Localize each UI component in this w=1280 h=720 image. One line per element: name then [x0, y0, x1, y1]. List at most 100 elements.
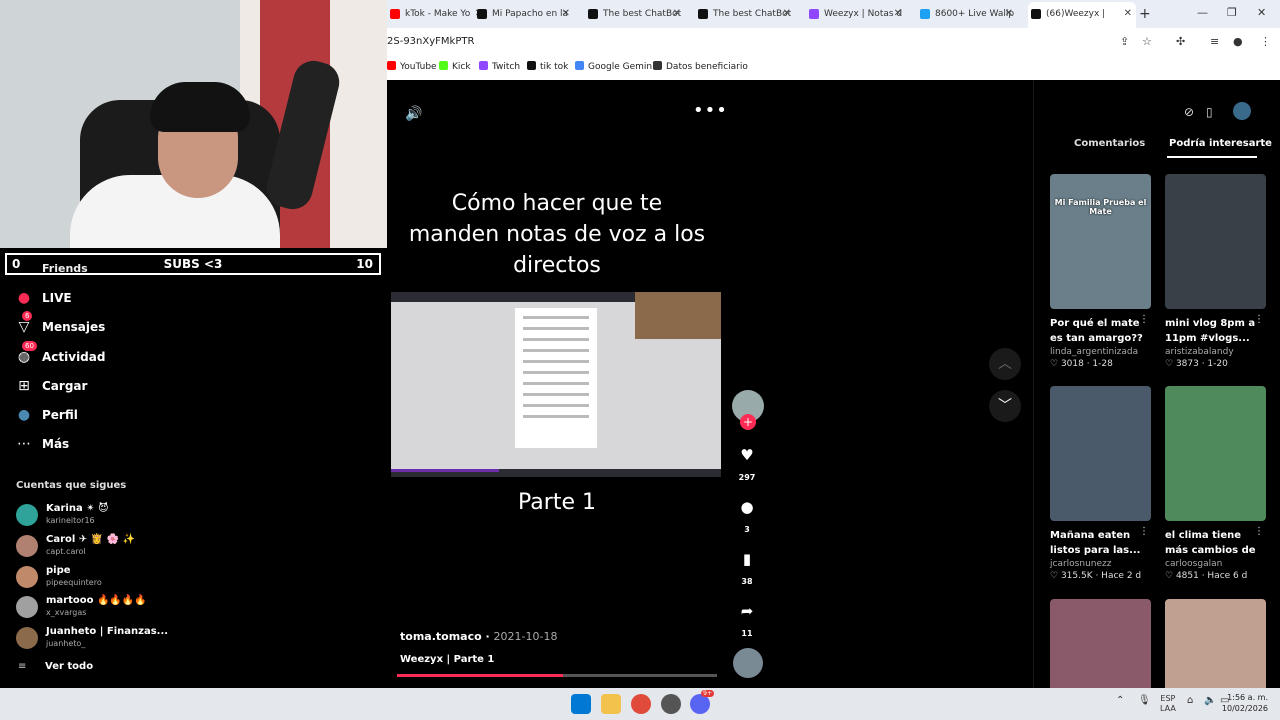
card-author[interactable]: carloosgalan	[1165, 559, 1266, 569]
browser-tab[interactable]: The best ChatBot ✕	[585, 4, 685, 24]
wifi-icon[interactable]: ⌂	[1187, 695, 1193, 706]
more-options-icon[interactable]: •••	[693, 100, 728, 121]
browser-tab[interactable]: 8600+ Live Wallp ✕	[917, 4, 1017, 24]
file-explorer-icon[interactable]	[601, 694, 621, 714]
media-icon[interactable]: ≡	[1210, 35, 1219, 48]
sidebar-item-cargar[interactable]: ⊞ Cargar	[14, 375, 174, 397]
tab-close-icon[interactable]: ✕	[673, 4, 681, 24]
compass-icon[interactable]: ⊘	[1184, 105, 1194, 119]
sound-disc[interactable]	[733, 648, 763, 678]
bookmark-icon[interactable]: ▮	[732, 544, 762, 574]
sidebar-item-actividad[interactable]: ◍ 60 Actividad	[14, 341, 174, 368]
start-icon[interactable]	[571, 694, 591, 714]
next-video-icon[interactable]: ﹀	[989, 390, 1021, 422]
install-icon[interactable]: ⇪	[1120, 35, 1129, 48]
video-player[interactable]: 🔊 ••• Cómo hacer que te manden notas de …	[387, 80, 1031, 688]
card-more-icon[interactable]: ⋮	[1254, 314, 1264, 325]
tab-suggestions[interactable]: Podría interesarte	[1169, 138, 1272, 149]
account-name: pipe	[46, 565, 71, 576]
action-heart[interactable]: ♥ 297	[732, 440, 762, 482]
card-author[interactable]: aristizabalandy	[1165, 347, 1266, 357]
comment-icon[interactable]: ●	[732, 492, 762, 522]
tray-chevron-icon[interactable]: ⌃	[1116, 695, 1124, 706]
chrome-icon[interactable]	[631, 694, 651, 714]
system-clock[interactable]: 1:56 a. m. 10/02/2026	[1222, 692, 1268, 714]
language-indicator[interactable]: ESP LAA	[1160, 694, 1176, 714]
restore-icon[interactable]: ❐	[1227, 6, 1237, 19]
share-icon[interactable]: ➦	[732, 596, 762, 626]
suggested-video-card[interactable]: Mañana eaten listos para las... ⋮ jcarlosn…	[1050, 386, 1151, 581]
bookmark-item[interactable]: Google Gemini	[575, 61, 655, 72]
account-handle: x_xvargas	[46, 608, 87, 617]
card-author[interactable]: jcarlosnunezz	[1050, 559, 1151, 569]
extensions-icon[interactable]: ✣	[1176, 35, 1185, 48]
phone-icon[interactable]: ▯	[1206, 105, 1213, 119]
discord-icon[interactable]: 9+	[690, 690, 714, 714]
address-bar[interactable]: 2S-93nXyFMkPTR ⇪ ☆ ✣ ≡ ● ⋮	[387, 28, 1280, 56]
user-avatar-icon[interactable]	[1233, 102, 1251, 120]
browser-tab[interactable]: The best ChatBot ✕	[695, 4, 795, 24]
action-bookmark[interactable]: ▮ 38	[732, 544, 762, 586]
star-icon[interactable]: ☆	[1142, 35, 1152, 48]
mic-icon[interactable]: 🎙	[1138, 695, 1151, 706]
app-icon[interactable]	[661, 694, 681, 714]
nav-friends[interactable]: Friends	[42, 262, 88, 275]
tab-close-icon[interactable]: ✕	[1124, 2, 1132, 26]
tab-close-icon[interactable]: ✕	[894, 4, 902, 24]
close-window-icon[interactable]: ✕	[1257, 6, 1266, 19]
action-comment[interactable]: ● 3	[732, 492, 762, 534]
sidebar-item-live[interactable]: ● LIVE	[14, 287, 174, 309]
followed-account[interactable]: Juanheto | Finanzas... juanheto_	[16, 626, 176, 652]
sidebar-item-perfil[interactable]: ● Perfil	[14, 404, 174, 426]
browser-tab[interactable]: Weezyx | Notas d ✕	[806, 4, 906, 24]
video-author[interactable]: toma.tomaco · 2021-10-18	[400, 630, 557, 643]
card-more-icon[interactable]: ⋮	[1139, 526, 1149, 537]
bookmark-item[interactable]: Kick	[439, 61, 471, 72]
sidebar-item-más[interactable]: ⋯ Más	[14, 433, 174, 455]
bookmark-item[interactable]: tik tok	[527, 61, 568, 72]
follow-plus-icon[interactable]: +	[740, 414, 756, 430]
new-tab-button[interactable]: +	[1139, 4, 1151, 24]
tab-close-icon[interactable]: ✕	[1005, 4, 1013, 24]
speaker-icon[interactable]: 🔈	[1204, 695, 1216, 706]
heart-icon[interactable]: ♥	[732, 440, 762, 470]
video-thumbnail[interactable]	[1165, 174, 1266, 309]
tab-close-icon[interactable]: ✕	[783, 4, 791, 24]
kebab-menu-icon[interactable]: ⋮	[1260, 35, 1271, 48]
prev-video-icon[interactable]: ︿	[989, 348, 1021, 380]
tab-close-icon[interactable]: ✕	[562, 4, 570, 24]
tab-comments[interactable]: Comentarios	[1074, 138, 1145, 149]
bookmark-item[interactable]: YouTube	[387, 61, 437, 72]
followed-account[interactable]: pipe pipeequintero	[16, 565, 176, 591]
video-progress[interactable]	[397, 674, 717, 677]
video-thumbnail[interactable]	[1165, 386, 1266, 521]
video-thumbnail[interactable]: Mi Familia Prueba el Mate	[1050, 174, 1151, 309]
card-author[interactable]: linda_argentinizada	[1050, 347, 1151, 357]
browser-tab[interactable]: kTok - Make Yo✕	[387, 4, 487, 24]
tab-label: 8600+ Live Wallp	[935, 9, 1015, 19]
sidebar-item-mensajes[interactable]: ▽ 6 Mensajes	[14, 311, 174, 338]
action-share[interactable]: ➦ 11	[732, 596, 762, 638]
followed-account[interactable]: Karina ✴ 😈 karineitor16	[16, 503, 176, 529]
video-caption: Weezyx | Parte 1	[400, 654, 495, 665]
browser-tab[interactable]: (66)Weezyx | ✕	[1028, 2, 1136, 28]
author-name[interactable]: toma.tomaco	[400, 630, 482, 643]
browser-tab[interactable]: Mi Papacho en la ✕	[474, 4, 574, 24]
minimize-icon[interactable]: —	[1197, 6, 1208, 19]
card-stats-value: 3018 · 1-28	[1060, 359, 1113, 369]
card-more-icon[interactable]: ⋮	[1254, 526, 1264, 537]
card-more-icon[interactable]: ⋮	[1139, 314, 1149, 325]
suggested-video-card[interactable]: el clima tiene más cambios de hum...⋮ car…	[1165, 386, 1266, 581]
suggested-video-card[interactable]: Mi Familia Prueba el Mate Por qué el mate…	[1050, 174, 1151, 369]
bookmark-favicon-icon	[479, 61, 488, 70]
bookmark-item[interactable]: Datos beneficiario	[653, 61, 748, 72]
volume-icon[interactable]: 🔊	[405, 106, 422, 122]
followed-account[interactable]: Carol ✈ 👸 🌸 ✨ capt.carol	[16, 534, 176, 560]
profile-avatar-icon[interactable]: ●	[1233, 35, 1243, 48]
video-thumbnail[interactable]	[1050, 386, 1151, 521]
suggested-video-card[interactable]: mini vlog 8pm a 11pm #vlogs... ⋮ aristizab…	[1165, 174, 1266, 369]
activity-icon: ◍ 60	[14, 341, 37, 367]
followed-account[interactable]: martooo 🔥🔥🔥🔥 x_xvargas	[16, 595, 176, 621]
see-all-link[interactable]: Ver todo	[45, 661, 93, 672]
bookmark-item[interactable]: Twitch	[479, 61, 520, 72]
